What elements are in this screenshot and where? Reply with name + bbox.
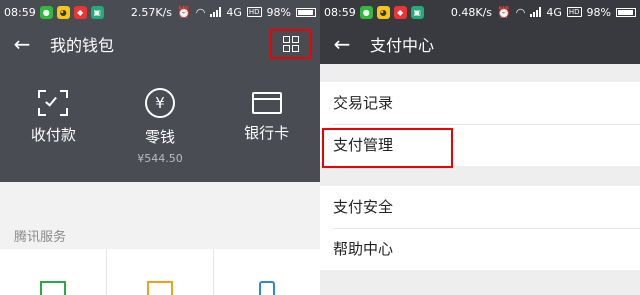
service-item[interactable] (214, 249, 320, 295)
bank-card-button[interactable]: 银行卡 (213, 64, 320, 182)
status-bar: 08:59 ● ◕ ◆ ▣ 2.57K/s ⏰ ◠ 4G HD 98% (0, 0, 320, 24)
receive-pay-label: 收付款 (30, 126, 76, 144)
wechat-icon: ● (39, 5, 53, 19)
signal-icon (210, 7, 222, 17)
wechat-icon: ● (359, 5, 373, 19)
wallet-actions: 收付款 ¥ 零钱 ¥544.50 银行卡 (0, 64, 320, 182)
menu-group: 支付安全 帮助中心 (320, 186, 640, 270)
app-icon: ◆ (73, 5, 87, 19)
title-bar: ← 我的钱包 (0, 24, 320, 64)
alarm-icon: ⏰ (497, 5, 511, 19)
green-service-icon (40, 281, 66, 295)
battery-icon (616, 7, 636, 17)
grid-menu-button[interactable] (270, 29, 312, 59)
bank-card-icon (251, 92, 282, 114)
back-arrow-icon[interactable]: ← (2, 32, 42, 56)
network-speed: 2.57K/s (130, 5, 173, 19)
yuan-coin-icon: ¥ (145, 88, 175, 118)
page-title: 支付中心 (370, 36, 435, 55)
hd-icon: HD (246, 7, 262, 17)
qq-icon: ◕ (376, 5, 390, 19)
orange-service-icon (147, 281, 173, 295)
battery-icon (296, 7, 316, 17)
status-time: 08:59 (4, 5, 36, 19)
menu-item-transactions[interactable]: 交易记录 (320, 82, 640, 124)
qq-icon: ◕ (56, 5, 70, 19)
blue-phone-icon (259, 281, 275, 295)
network-type: 4G (546, 5, 562, 19)
change-amount: ¥544.50 (137, 152, 183, 165)
alarm-icon: ⏰ (177, 5, 191, 19)
menu-item-help-center[interactable]: 帮助中心 (320, 228, 640, 270)
payment-center-screen: 08:59 ● ◕ ◆ ▣ 0.48K/s ⏰ ◠ 4G HD 98% ← 支付… (320, 0, 640, 295)
signal-icon (530, 7, 542, 17)
bank-card-label: 银行卡 (244, 124, 290, 142)
hd-icon: HD (566, 7, 582, 17)
app-icon: ◆ (393, 5, 407, 19)
title-bar: ← 支付中心 (320, 24, 640, 64)
status-bar: 08:59 ● ◕ ◆ ▣ 0.48K/s ⏰ ◠ 4G HD 98% (320, 0, 640, 24)
change-balance-button[interactable]: ¥ 零钱 ¥544.50 (107, 64, 214, 182)
scan-app-icon: ▣ (410, 5, 424, 19)
network-type: 4G (226, 5, 242, 19)
change-label: 零钱 (145, 128, 176, 146)
wifi-icon: ◠ (195, 5, 206, 19)
back-arrow-icon[interactable]: ← (322, 32, 362, 56)
receive-pay-button[interactable]: 收付款 (0, 64, 107, 182)
menu-item-payment-management[interactable]: 支付管理 (320, 124, 640, 166)
network-speed: 0.48K/s (450, 5, 493, 19)
page-title: 我的钱包 (50, 36, 115, 55)
scan-pay-icon (38, 90, 69, 116)
wallet-screen: 08:59 ● ◕ ◆ ▣ 2.57K/s ⏰ ◠ 4G HD 98% ← 我的… (0, 0, 320, 295)
services-grid (0, 249, 320, 295)
wifi-icon: ◠ (515, 5, 526, 19)
menu-item-payment-security[interactable]: 支付安全 (320, 186, 640, 228)
service-item[interactable] (107, 249, 214, 295)
menu-group: 交易记录 支付管理 (320, 82, 640, 166)
battery-percent: 98% (266, 5, 291, 19)
service-item[interactable] (0, 249, 107, 295)
battery-percent: 98% (586, 5, 611, 19)
grid-menu-icon (283, 36, 299, 52)
scan-app-icon: ▣ (90, 5, 104, 19)
section-label: 腾讯服务 (14, 230, 67, 245)
status-time: 08:59 (324, 5, 356, 19)
